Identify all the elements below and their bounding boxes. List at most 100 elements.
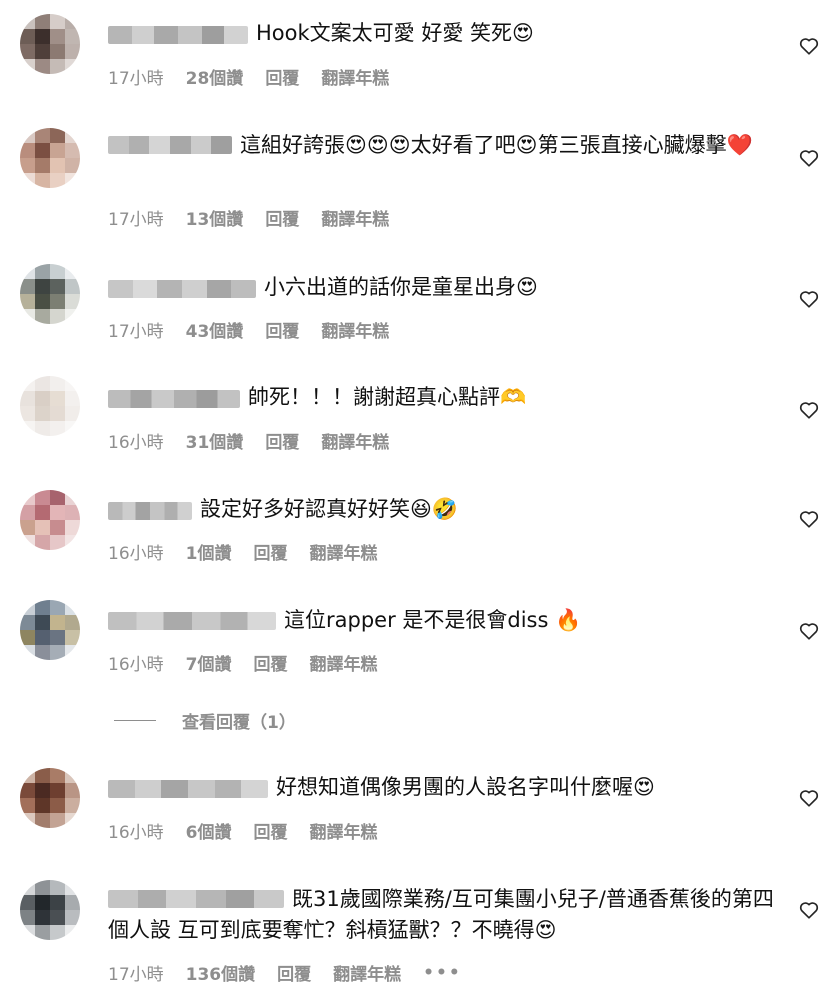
avatar-pixel bbox=[20, 279, 35, 294]
comment-time: 16小時 bbox=[108, 544, 164, 564]
heart-icon[interactable] bbox=[798, 147, 820, 169]
reply-button[interactable]: 回覆 bbox=[265, 428, 299, 453]
avatar[interactable] bbox=[20, 880, 80, 940]
translate-button[interactable]: 翻譯年糕 bbox=[321, 205, 389, 230]
avatar[interactable] bbox=[20, 128, 80, 188]
translate-button[interactable]: 翻譯年糕 bbox=[321, 428, 389, 453]
likes-count[interactable]: 1個讚 bbox=[186, 539, 232, 564]
reply-button[interactable]: 回覆 bbox=[277, 960, 311, 985]
avatar-pixel bbox=[50, 406, 65, 421]
avatar-pixel bbox=[65, 813, 80, 828]
avatar-pixel bbox=[65, 376, 80, 391]
heart-icon[interactable] bbox=[798, 620, 820, 642]
heart-icon[interactable] bbox=[798, 35, 820, 57]
avatar[interactable] bbox=[20, 768, 80, 828]
likes-count[interactable]: 31個讚 bbox=[186, 428, 244, 453]
comment-7: 好想知道偶像男團的人設名字叫什麼喔😍 16小時 6個讚 回覆 翻譯年糕 bbox=[0, 752, 840, 866]
avatar-pixel bbox=[35, 535, 50, 550]
avatar-pixel bbox=[65, 29, 80, 44]
translate-button[interactable]: 翻譯年糕 bbox=[333, 960, 401, 985]
likes-count[interactable]: 7個讚 bbox=[186, 650, 232, 675]
likes-count[interactable]: 136個讚 bbox=[186, 960, 256, 985]
comment-time: 17小時 bbox=[108, 965, 164, 985]
reply-button[interactable]: 回覆 bbox=[265, 317, 299, 342]
avatar-pixel bbox=[20, 376, 35, 391]
more-options-button[interactable]: ••• bbox=[423, 963, 462, 983]
avatar-pixel bbox=[20, 143, 35, 158]
avatar-pixel bbox=[35, 59, 50, 74]
avatar-pixel bbox=[50, 910, 65, 925]
reply-button[interactable]: 回覆 bbox=[265, 205, 299, 230]
avatar-pixel bbox=[50, 630, 65, 645]
avatar-pixel bbox=[65, 630, 80, 645]
avatar-pixel bbox=[50, 279, 65, 294]
translate-button[interactable]: 翻譯年糕 bbox=[321, 64, 389, 89]
reply-button[interactable]: 回覆 bbox=[253, 650, 287, 675]
avatar-pixel bbox=[35, 783, 50, 798]
avatar-pixel bbox=[35, 925, 50, 940]
translate-button[interactable]: 翻譯年糕 bbox=[309, 539, 377, 564]
likes-count[interactable]: 13個讚 bbox=[186, 205, 244, 230]
avatar-pixel bbox=[35, 143, 50, 158]
comment-time: 17小時 bbox=[108, 69, 164, 89]
reply-button[interactable]: 回覆 bbox=[253, 818, 287, 843]
avatar-pixel bbox=[20, 615, 35, 630]
likes-count[interactable]: 28個讚 bbox=[186, 64, 244, 89]
translate-button[interactable]: 翻譯年糕 bbox=[309, 650, 377, 675]
view-replies-label: 查看回覆（1） bbox=[182, 713, 296, 733]
avatar-pixel bbox=[50, 143, 65, 158]
avatar-pixel bbox=[35, 600, 50, 615]
avatar-pixel bbox=[35, 376, 50, 391]
avatar-pixel bbox=[35, 645, 50, 660]
avatar-pixel bbox=[35, 505, 50, 520]
translate-button[interactable]: 翻譯年糕 bbox=[309, 818, 377, 843]
avatar-pixel bbox=[35, 910, 50, 925]
heart-icon[interactable] bbox=[798, 399, 820, 421]
avatar-pixel bbox=[35, 880, 50, 895]
avatar[interactable] bbox=[20, 264, 80, 324]
heart-icon[interactable] bbox=[798, 899, 820, 921]
likes-count[interactable]: 43個讚 bbox=[186, 317, 244, 342]
avatar[interactable] bbox=[20, 14, 80, 74]
avatar-pixel bbox=[35, 44, 50, 59]
avatar[interactable] bbox=[20, 600, 80, 660]
comment-5: 設定好多好認真好好笑😆🤣 16小時 1個讚 回覆 翻譯年糕 bbox=[0, 472, 840, 584]
avatar-pixel bbox=[50, 798, 65, 813]
comment-1: Hook文案太可愛 好愛 笑死😍 17小時 28個讚 回覆 翻譯年糕 bbox=[0, 0, 840, 110]
avatar-pixel bbox=[35, 173, 50, 188]
view-replies-button[interactable]: 查看回覆（1） bbox=[114, 708, 296, 733]
avatar-pixel bbox=[20, 768, 35, 783]
comment-time: 16小時 bbox=[108, 655, 164, 675]
comment-meta: 17小時 43個讚 回覆 翻譯年糕 bbox=[108, 317, 389, 342]
heart-icon[interactable] bbox=[798, 508, 820, 530]
avatar-pixel bbox=[35, 421, 50, 436]
avatar-pixel bbox=[35, 14, 50, 29]
reply-button[interactable]: 回覆 bbox=[253, 539, 287, 564]
avatar[interactable] bbox=[20, 376, 80, 436]
reply-button[interactable]: 回覆 bbox=[265, 64, 299, 89]
avatar-pixel bbox=[20, 173, 35, 188]
avatar-pixel bbox=[20, 600, 35, 615]
avatar-pixel bbox=[65, 128, 80, 143]
avatar-pixel bbox=[65, 490, 80, 505]
avatar-pixel bbox=[65, 600, 80, 615]
translate-button[interactable]: 翻譯年糕 bbox=[321, 317, 389, 342]
comment-4: 帥死！！！謝謝超真心點評🫶 16小時 31個讚 回覆 翻譯年糕 bbox=[0, 362, 840, 472]
avatar-pixel bbox=[65, 406, 80, 421]
avatar-pixel bbox=[50, 14, 65, 29]
avatar-pixel bbox=[65, 309, 80, 324]
comment-meta: 16小時 1個讚 回覆 翻譯年糕 bbox=[108, 539, 377, 564]
avatar-pixel bbox=[35, 264, 50, 279]
heart-icon[interactable] bbox=[798, 288, 820, 310]
avatar-pixel bbox=[20, 29, 35, 44]
avatar-pixel bbox=[20, 880, 35, 895]
avatar-pixel bbox=[50, 44, 65, 59]
avatar-pixel bbox=[50, 895, 65, 910]
likes-count[interactable]: 6個讚 bbox=[186, 818, 232, 843]
comment-text: 帥死！！！謝謝超真心點評🫶 bbox=[248, 385, 527, 409]
avatar-pixel bbox=[65, 505, 80, 520]
comment-text: 好想知道偶像男團的人設名字叫什麼喔😍 bbox=[276, 775, 655, 799]
heart-icon[interactable] bbox=[798, 787, 820, 809]
avatar-pixel bbox=[20, 910, 35, 925]
avatar[interactable] bbox=[20, 490, 80, 550]
